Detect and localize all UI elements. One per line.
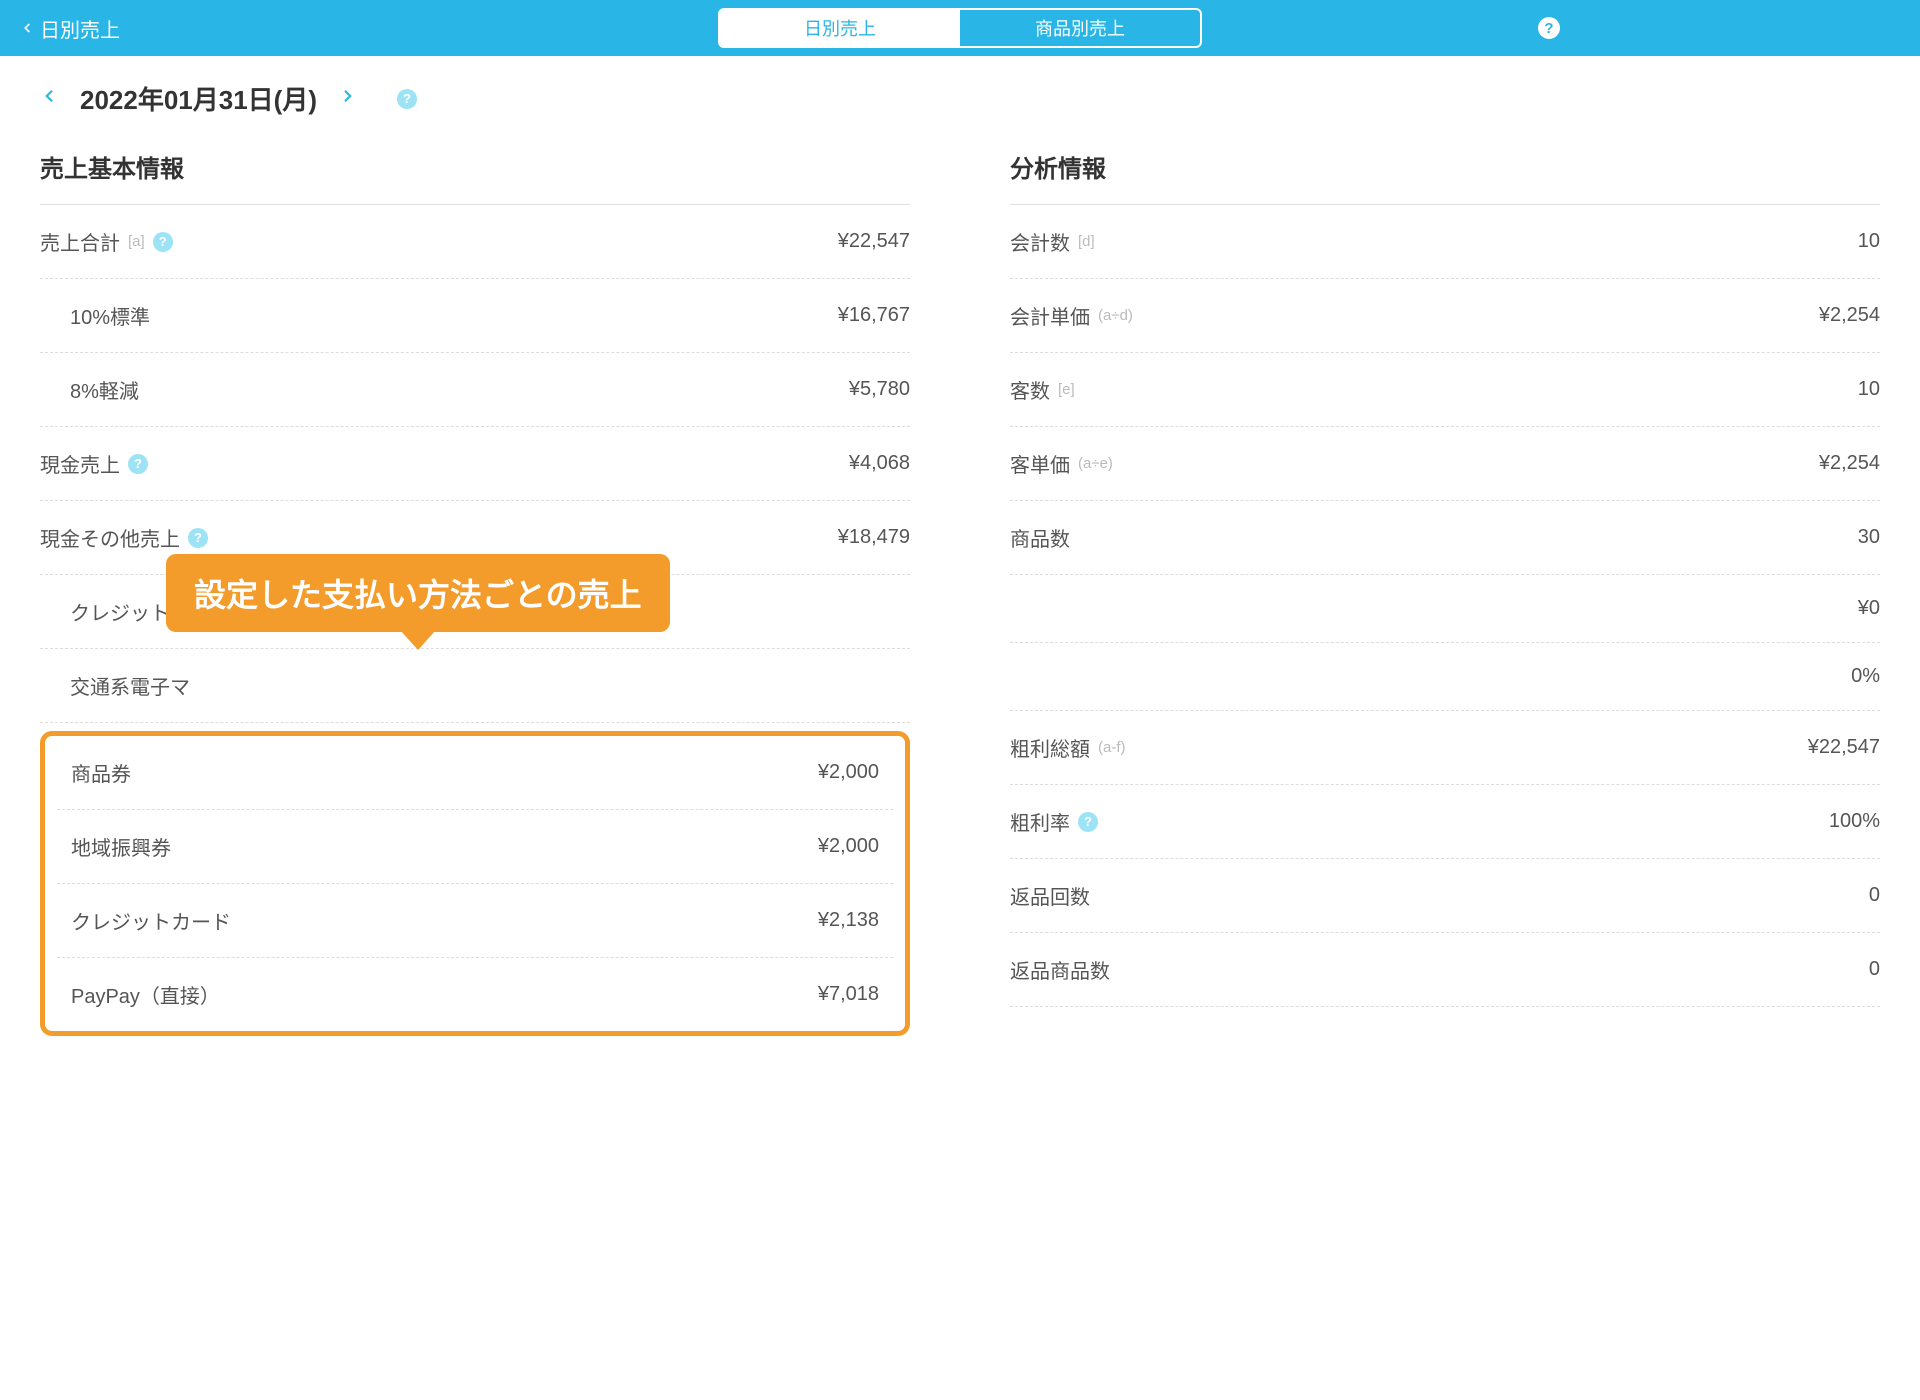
analysis-row-label: 会計数 — [1010, 227, 1070, 256]
sales-row-label: 交通系電子マ — [70, 671, 190, 700]
payment-method-value: ¥7,018 — [818, 983, 879, 1006]
sales-row-value: ¥5,780 — [849, 378, 910, 401]
sales-row-value: ¥22,547 — [838, 230, 910, 253]
next-day-button[interactable] — [339, 82, 357, 115]
analysis-row-sub: (a-f) — [1098, 739, 1126, 756]
analysis-row-sub: (a÷e) — [1078, 455, 1113, 472]
analysis-row-label: 会計単価 — [1010, 301, 1090, 330]
back-label: 日別売上 — [40, 14, 120, 43]
sales-row-label: 現金その他売上 — [40, 523, 180, 552]
annotation-callout: 設定した支払い方法ごとの売上 — [166, 554, 670, 632]
analysis-row-label: 返品回数 — [1010, 881, 1090, 910]
payment-method-label: 商品券 — [71, 758, 131, 787]
analysis-row-label: 客単価 — [1010, 449, 1070, 478]
sales-row-label: 10%標準 — [70, 301, 150, 330]
date-navigator: 2022年01月31日(月) ? — [0, 56, 1920, 135]
payment-method-value: ¥2,138 — [818, 909, 879, 932]
analysis-row: 返品商品数 0 — [1010, 933, 1880, 1007]
sales-row-label: 現金売上 — [40, 449, 120, 478]
prev-day-button[interactable] — [40, 82, 58, 115]
sales-row-value: ¥16,767 — [838, 304, 910, 327]
analysis-row-value: 10 — [1858, 378, 1880, 401]
analysis-row-value: ¥0 — [1858, 597, 1880, 620]
view-tabs: 日別売上 商品別売上 — [718, 8, 1202, 48]
analysis-row-label: 商品数 — [1010, 523, 1070, 552]
chevron-left-icon — [20, 17, 34, 39]
analysis-row-value: 100% — [1829, 810, 1880, 833]
sales-row-label: 売上合計 — [40, 227, 120, 256]
help-icon[interactable]: ? — [153, 232, 173, 252]
analysis-row-value: 0 — [1869, 958, 1880, 981]
analysis-row-value: ¥2,254 — [1819, 304, 1880, 327]
sales-row: 交通系電子マ — [40, 649, 910, 723]
analysis-row-value: ¥2,254 — [1819, 452, 1880, 475]
analysis-row: 会計単価 (a÷d) ¥2,254 — [1010, 279, 1880, 353]
sales-row-label: 8%軽減 — [70, 375, 139, 404]
analysis-row: 0% — [1010, 643, 1880, 711]
current-date: 2022年01月31日(月) — [80, 80, 317, 117]
sales-row: 現金売上? ¥4,068 — [40, 427, 910, 501]
analysis-row-value: 30 — [1858, 526, 1880, 549]
analysis-row-value: 10 — [1858, 230, 1880, 253]
payment-method-row: 商品券 ¥2,000 — [57, 736, 893, 810]
help-icon[interactable]: ? — [1078, 812, 1098, 832]
tab-daily-sales[interactable]: 日別売上 — [720, 10, 960, 46]
analysis-row-sub: (a÷d) — [1098, 307, 1133, 324]
analysis-row: 客数 [e] 10 — [1010, 353, 1880, 427]
payment-method-value: ¥2,000 — [818, 835, 879, 858]
payment-method-row: クレジットカード ¥2,138 — [57, 884, 893, 958]
analysis-row-value: 0% — [1851, 665, 1880, 688]
analysis-title: 分析情報 — [1010, 135, 1880, 205]
payment-method-label: クレジットカード — [71, 906, 231, 935]
sales-row: 10%標準 ¥16,767 — [40, 279, 910, 353]
header-help-icon[interactable]: ? — [1538, 17, 1560, 39]
analysis-row-value: 0 — [1869, 884, 1880, 907]
analysis-row-label: 客数 — [1010, 375, 1050, 404]
analysis-row-value: ¥22,547 — [1808, 736, 1880, 759]
date-help-icon[interactable]: ? — [397, 89, 417, 109]
analysis-row: ¥0 — [1010, 575, 1880, 643]
help-icon[interactable]: ? — [188, 528, 208, 548]
analysis-row: 粗利総額 (a-f) ¥22,547 — [1010, 711, 1880, 785]
tab-product-sales[interactable]: 商品別売上 — [960, 10, 1200, 46]
sales-row-value: ¥4,068 — [849, 452, 910, 475]
analysis-row-label: 粗利総額 — [1010, 733, 1090, 762]
header: 日別売上 日別売上 商品別売上 ? — [0, 0, 1920, 56]
back-button[interactable]: 日別売上 — [20, 14, 120, 43]
payment-method-row: 地域振興券 ¥2,000 — [57, 810, 893, 884]
payment-methods-highlight: 商品券 ¥2,000 地域振興券 ¥2,000 クレジットカード ¥2,138 PayPay… — [40, 731, 910, 1036]
sales-row: 売上合計 [a]? ¥22,547 — [40, 205, 910, 279]
analysis-row: 客単価 (a÷e) ¥2,254 — [1010, 427, 1880, 501]
analysis-row: 会計数 [d] 10 — [1010, 205, 1880, 279]
analysis-row-label: 返品商品数 — [1010, 955, 1110, 984]
payment-method-value: ¥2,000 — [818, 761, 879, 784]
analysis-row-sub: [d] — [1078, 233, 1095, 250]
analysis-row: 商品数 30 — [1010, 501, 1880, 575]
analysis-column: 分析情報 会計数 [d] 10 会計単価 (a÷d) ¥2,254 客数 [e] 10 客単価 (a… — [990, 135, 1900, 1036]
payment-method-label: PayPay（直接） — [71, 980, 220, 1009]
help-icon[interactable]: ? — [128, 454, 148, 474]
sales-basic-title: 売上基本情報 — [40, 135, 910, 205]
payment-method-row: PayPay（直接） ¥7,018 — [57, 958, 893, 1031]
analysis-row: 返品回数 0 — [1010, 859, 1880, 933]
analysis-row-sub: [e] — [1058, 381, 1075, 398]
sales-row-sub: [a] — [128, 233, 145, 250]
sales-row-value: ¥18,479 — [838, 526, 910, 549]
analysis-row-label: 粗利率 — [1010, 807, 1070, 836]
sales-row: 8%軽減 ¥5,780 — [40, 353, 910, 427]
payment-method-label: 地域振興券 — [71, 832, 171, 861]
analysis-row: 粗利率? 100% — [1010, 785, 1880, 859]
